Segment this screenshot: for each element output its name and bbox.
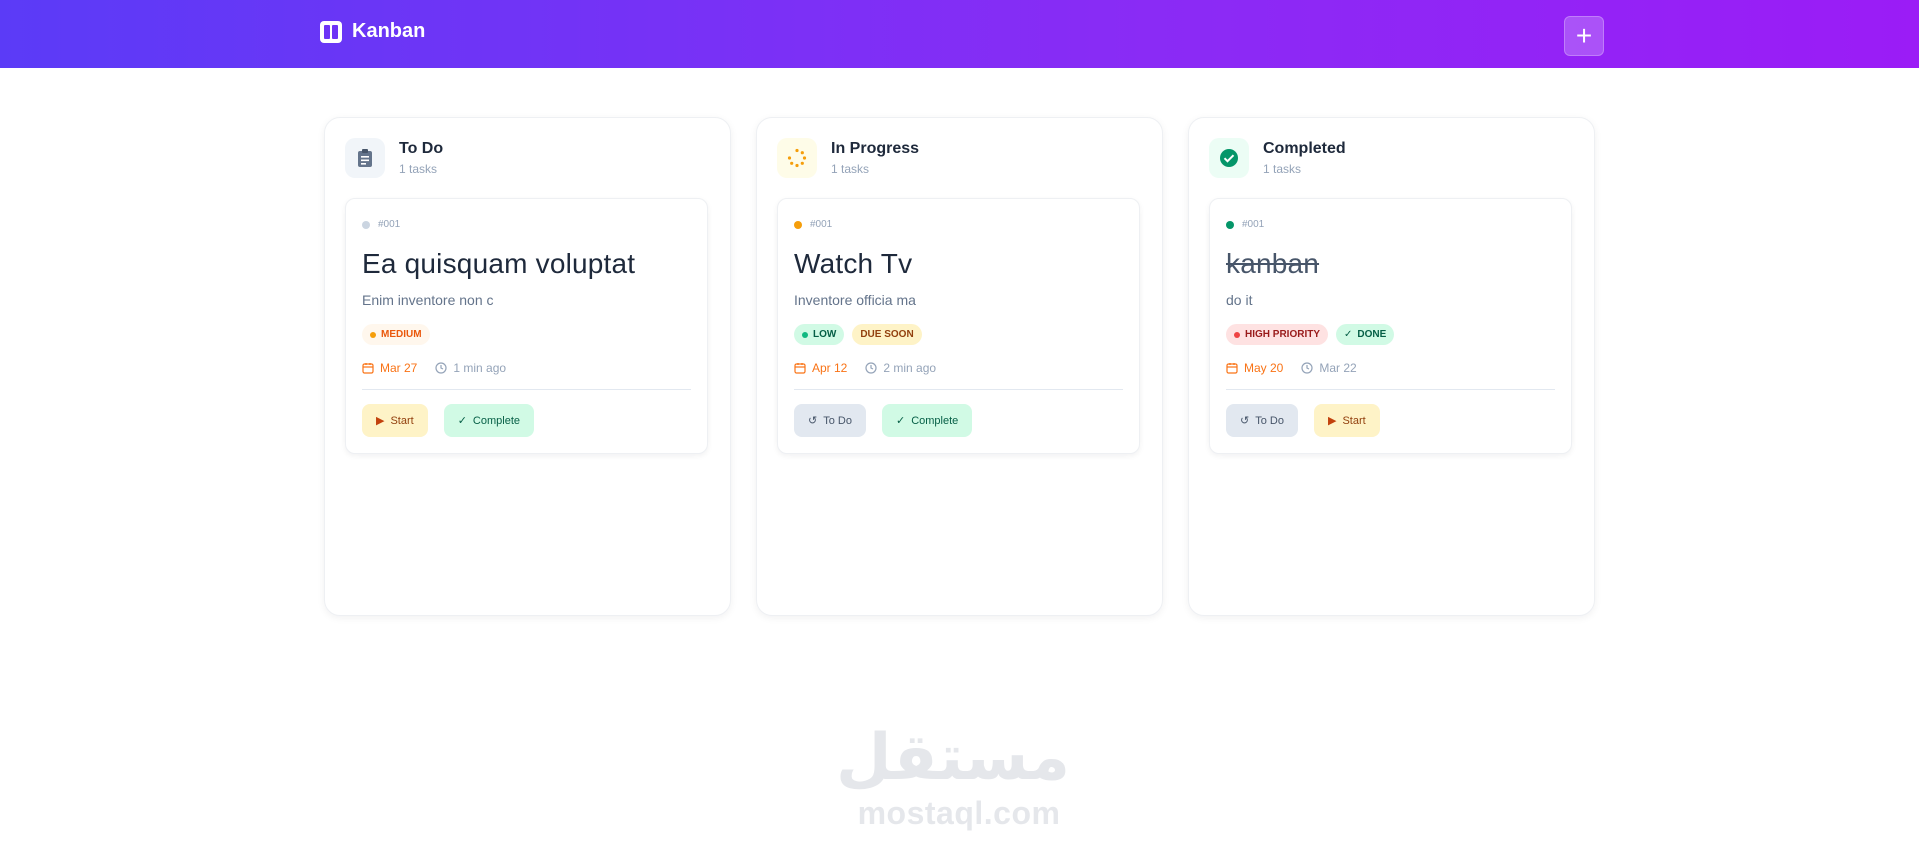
status-dot xyxy=(362,220,370,229)
check-icon: ✓ xyxy=(1344,329,1353,340)
clock-icon xyxy=(865,362,877,374)
check-icon: ✓ xyxy=(457,415,467,427)
task-card[interactable]: #001 kanban do it HIGH PRIORITY ✓ DONE Ma… xyxy=(1209,198,1572,454)
due-soon-badge: DUE SOON xyxy=(852,324,922,345)
clock-icon xyxy=(1301,362,1313,374)
calendar-icon xyxy=(362,363,374,374)
column-title: Completed xyxy=(1263,140,1346,157)
todo-button[interactable]: ↺ To Do xyxy=(1226,404,1298,437)
task-title: kanban xyxy=(1226,248,1320,279)
clipboard-icon xyxy=(345,138,385,178)
done-badge: ✓ DONE xyxy=(1336,324,1395,345)
start-button[interactable]: ▶ Start xyxy=(362,404,428,437)
due-date: Apr 12 xyxy=(794,361,847,375)
task-card[interactable]: #001 Ea quisquam voluptat Enim inventore… xyxy=(345,198,708,454)
column-task-count: 1 tasks xyxy=(1263,162,1302,176)
column-task-count: 1 tasks xyxy=(831,162,870,176)
task-title: Watch Tv xyxy=(794,248,913,279)
created-ago: 2 min ago xyxy=(865,361,936,375)
check-circle-icon xyxy=(1209,138,1249,178)
priority-badge: LOW xyxy=(794,324,845,345)
task-id: #001 xyxy=(378,219,401,230)
due-date: May 20 xyxy=(1226,361,1283,375)
due-date: Mar 27 xyxy=(362,361,417,375)
task-description: do it xyxy=(1226,292,1253,308)
task-description: Inventore officia ma xyxy=(794,292,916,308)
app-title: Kanban xyxy=(352,20,426,42)
column-header: To Do 1 tasks xyxy=(345,138,443,178)
todo-button[interactable]: ↺ To Do xyxy=(794,404,866,437)
task-card[interactable]: #001 Watch Tv Inventore officia ma LOW D… xyxy=(777,198,1140,454)
column-header: In Progress 1 tasks xyxy=(777,138,919,178)
add-task-button[interactable]: + xyxy=(1564,16,1604,56)
column-task-count: 1 tasks xyxy=(399,162,438,176)
calendar-icon xyxy=(794,363,806,374)
priority-badge: HIGH PRIORITY xyxy=(1226,324,1329,345)
column-title: In Progress xyxy=(831,140,920,157)
column-completed: Completed 1 tasks #001 kanban do it HIGH… xyxy=(1188,117,1595,616)
column-todo: To Do 1 tasks #001 Ea quisquam voluptat … xyxy=(324,117,731,616)
play-icon: ▶ xyxy=(1327,415,1337,427)
watermark: مستقل mostaql.com xyxy=(835,720,1070,831)
play-icon: ▶ xyxy=(376,415,385,427)
column-in-progress: In Progress 1 tasks #001 Watch Tv Invent… xyxy=(756,117,1163,616)
calendar-icon xyxy=(1226,363,1238,374)
priority-badge: MEDIUM xyxy=(362,324,430,345)
created-date: Mar 22 xyxy=(1301,361,1357,375)
task-description: Enim inventore non c xyxy=(362,292,494,308)
status-dot xyxy=(794,220,802,229)
clock-icon xyxy=(435,362,447,374)
top-bar: Kanban + xyxy=(0,0,1919,68)
undo-icon: ↺ xyxy=(1240,415,1250,427)
brand[interactable]: Kanban xyxy=(320,20,425,43)
start-button[interactable]: ▶ Start xyxy=(1313,404,1380,437)
watermark-latin: mostaql.com xyxy=(857,795,1061,831)
task-id: #001 xyxy=(810,219,833,230)
complete-button[interactable]: ✓ Complete xyxy=(443,404,534,437)
created-ago: 1 min ago xyxy=(435,361,506,375)
column-header: Completed 1 tasks xyxy=(1209,138,1346,178)
task-id: #001 xyxy=(1242,219,1265,230)
complete-button[interactable]: ✓ Complete xyxy=(881,404,973,437)
kanban-board-icon xyxy=(320,20,342,43)
watermark-arabic: مستقل xyxy=(835,721,1070,795)
status-dot xyxy=(1226,220,1234,229)
column-title: To Do xyxy=(399,140,444,157)
task-title: Ea quisquam voluptat xyxy=(362,248,636,279)
undo-icon: ↺ xyxy=(808,415,818,427)
check-icon: ✓ xyxy=(895,415,906,427)
spinner-icon xyxy=(777,138,817,178)
